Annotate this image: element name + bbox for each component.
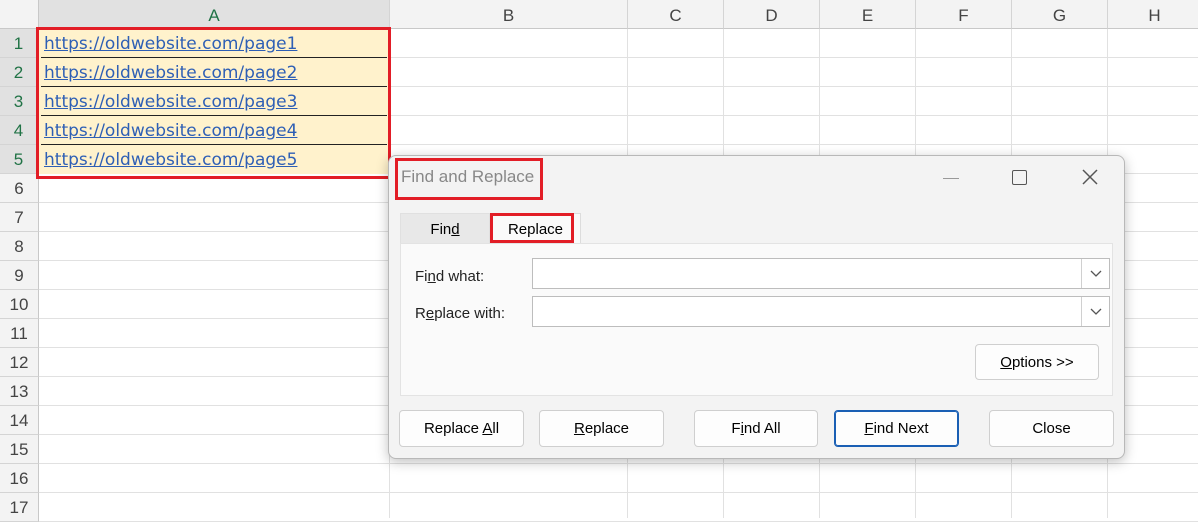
chevron-down-icon [1090, 308, 1101, 315]
replace-all-button[interactable]: Replace All [399, 410, 524, 447]
row-header-8[interactable]: 8 [0, 232, 39, 261]
column-header-d[interactable]: D [724, 0, 820, 29]
find-what-dropdown[interactable] [1081, 259, 1109, 288]
row-header-6[interactable]: 6 [0, 174, 39, 203]
column-header-a[interactable]: A [39, 0, 390, 29]
column-header-c[interactable]: C [628, 0, 724, 29]
row-header-9[interactable]: 9 [0, 261, 39, 290]
row-header-1[interactable]: 1 [0, 29, 39, 58]
column-header-h[interactable]: H [1108, 0, 1198, 29]
replace-button[interactable]: Replace [539, 410, 664, 447]
select-all-corner[interactable] [0, 0, 39, 29]
find-what-input[interactable] [532, 258, 1110, 289]
row-header-13[interactable]: 13 [0, 377, 39, 406]
maximize-icon[interactable] [1012, 170, 1027, 185]
row-header-7[interactable]: 7 [0, 203, 39, 232]
row-header-3[interactable]: 3 [0, 87, 39, 116]
highlight-replace-tab [490, 213, 574, 243]
minimize-icon[interactable] [943, 178, 959, 179]
highlight-range-a1-a5 [36, 27, 391, 179]
column-header-g[interactable]: G [1012, 0, 1108, 29]
row-header-11[interactable]: 11 [0, 319, 39, 348]
find-all-button[interactable]: Find All [694, 410, 818, 447]
column-header-e[interactable]: E [820, 0, 916, 29]
close-icon[interactable] [1079, 166, 1101, 188]
close-button[interactable]: Close [989, 410, 1114, 447]
row-header-12[interactable]: 12 [0, 348, 39, 377]
row-header-10[interactable]: 10 [0, 290, 39, 319]
replace-with-label: Replace with: [415, 305, 506, 322]
replace-with-input[interactable] [532, 296, 1110, 327]
options-button[interactable]: Options >> [975, 344, 1099, 380]
row-header-5[interactable]: 5 [0, 145, 39, 174]
row-header-2[interactable]: 2 [0, 58, 39, 87]
gridline-horizontal [39, 492, 1198, 493]
row-header-4[interactable]: 4 [0, 116, 39, 145]
column-header-f[interactable]: F [916, 0, 1012, 29]
column-header-b[interactable]: B [390, 0, 628, 29]
chevron-down-icon [1090, 270, 1101, 277]
replace-with-dropdown[interactable] [1081, 297, 1109, 326]
row-header-16[interactable]: 16 [0, 464, 39, 493]
gridline-horizontal [39, 463, 1198, 464]
row-header-15[interactable]: 15 [0, 435, 39, 464]
find-replace-dialog: Find and Replace Find Replace Find what:… [388, 155, 1125, 459]
find-next-button[interactable]: Find Next [834, 410, 959, 447]
replace-panel: Find what: Replace with: Options >> [400, 243, 1113, 396]
tab-find[interactable]: Find [400, 213, 490, 243]
highlight-dialog-title [395, 158, 543, 200]
find-what-label: Find what: [415, 268, 485, 285]
row-header-14[interactable]: 14 [0, 406, 39, 435]
